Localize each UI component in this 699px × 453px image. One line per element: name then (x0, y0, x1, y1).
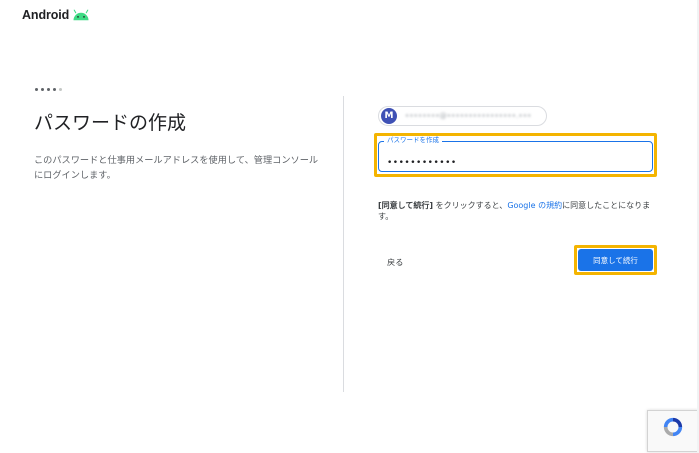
step-dot (35, 88, 38, 91)
column-divider (343, 96, 344, 392)
step-dot (53, 88, 56, 91)
password-field[interactable] (378, 141, 653, 172)
recaptcha-icon (663, 417, 683, 437)
recaptcha-badge[interactable] (647, 410, 699, 452)
password-input[interactable] (387, 158, 637, 168)
account-email: ••••••••@••••••••••••••••.••• (405, 112, 532, 120)
brand-logo: Android (22, 8, 90, 22)
page-title: パスワードの作成 (34, 112, 187, 134)
step-dot (47, 88, 50, 91)
back-button[interactable]: 戻る (383, 254, 407, 270)
page-description: このパスワードと仕事用メールアドレスを使用して、管理コンソールにログインします。 (34, 155, 319, 181)
step-progress (35, 88, 62, 91)
step-dot (59, 88, 62, 91)
brand-name: Android (22, 8, 70, 22)
terms-link[interactable]: Google の規約 (507, 201, 562, 210)
account-chip[interactable]: M ••••••••@••••••••••••••••.••• (378, 106, 547, 126)
step-dot (41, 88, 44, 91)
android-robot-icon (73, 9, 89, 21)
page: Android パスワードの作成 このパスワードと仕事用メールアドレスを使用して… (0, 0, 699, 453)
password-label: パスワードを作成 (384, 136, 442, 144)
avatar: M (381, 108, 397, 124)
consent-bold: [同意して続行] (378, 201, 434, 210)
consent-pre: をクリックすると、 (433, 201, 508, 210)
agree-continue-button[interactable]: 同意して続行 (578, 249, 653, 271)
consent-text: [同意して続行] をクリックすると、Google の規約に同意したことになります… (378, 200, 653, 222)
